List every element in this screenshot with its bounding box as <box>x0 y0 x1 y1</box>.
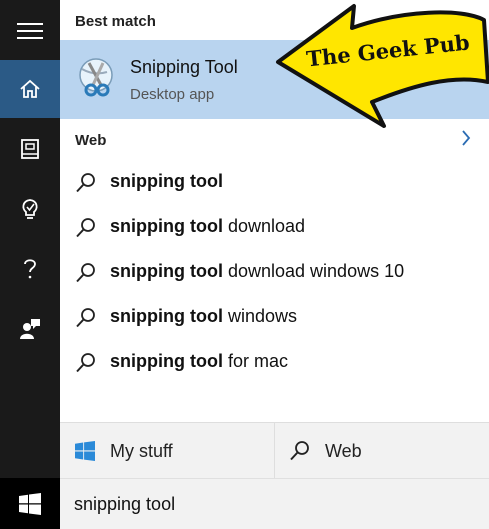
search-icon <box>76 353 95 373</box>
reminders-button[interactable] <box>0 180 60 238</box>
web-suggestion-item[interactable]: snipping tool windows <box>60 295 489 340</box>
suggestion-text: snipping tool download windows 10 <box>110 261 404 282</box>
my-stuff-label: My stuff <box>110 440 173 461</box>
watermark-arrow-icon <box>276 4 489 128</box>
notebook-icon <box>21 139 39 159</box>
search-icon <box>76 218 95 238</box>
best-match-app-name: Snipping Tool <box>130 57 238 77</box>
hamburger-icon <box>17 23 43 39</box>
search-icon <box>76 263 95 283</box>
web-suggestion-item[interactable]: snipping tool for mac <box>60 340 489 385</box>
home-button[interactable] <box>0 60 60 118</box>
feedback-icon <box>20 319 40 339</box>
suggestion-completion: download windows 10 <box>222 261 405 281</box>
search-icon <box>76 308 95 328</box>
web-heading: Web <box>75 132 107 149</box>
suggestion-query: snipping tool <box>110 216 223 236</box>
home-icon <box>20 79 40 98</box>
start-button[interactable] <box>0 478 60 529</box>
left-rail <box>0 0 60 529</box>
suggestion-query: snipping tool <box>110 306 223 326</box>
question-icon <box>24 259 36 279</box>
lightbulb-icon <box>22 199 38 219</box>
best-match-app-type: Desktop app <box>130 86 215 103</box>
filter-bar: My stuff Web <box>60 422 489 479</box>
search-icon <box>76 173 95 193</box>
suggestion-completion: for mac <box>222 351 288 371</box>
search-icon <box>290 441 309 461</box>
hamburger-menu-button[interactable] <box>0 2 60 60</box>
web-filter-button[interactable]: Web <box>275 423 489 479</box>
suggestion-text: snipping tool for mac <box>110 351 288 372</box>
search-input[interactable] <box>74 490 474 518</box>
suggestion-completion: windows <box>222 306 298 326</box>
web-suggestion-item[interactable]: snipping tool download windows 10 <box>60 250 489 295</box>
notebook-button[interactable] <box>0 120 60 178</box>
scissors-icon <box>79 58 113 97</box>
suggestion-text: snipping tool <box>110 171 223 192</box>
suggestion-query: snipping tool <box>110 351 223 371</box>
web-suggestion-item[interactable]: snipping tool <box>60 160 489 205</box>
suggestion-query: snipping tool <box>110 261 223 281</box>
my-stuff-filter-button[interactable]: My stuff <box>60 423 275 479</box>
search-box <box>60 478 489 529</box>
suggestion-query: snipping tool <box>110 171 223 191</box>
web-suggestion-item[interactable]: snipping tool download <box>60 205 489 250</box>
web-filter-label: Web <box>325 440 362 461</box>
help-button[interactable] <box>0 240 60 298</box>
windows-logo-icon <box>75 441 95 461</box>
feedback-button[interactable] <box>0 300 60 358</box>
suggestion-text: snipping tool download <box>110 216 305 237</box>
suggestion-text: snipping tool windows <box>110 306 297 327</box>
suggestion-completion: download <box>222 216 306 236</box>
windows-logo-icon <box>19 492 41 515</box>
best-match-heading: Best match <box>75 13 156 30</box>
